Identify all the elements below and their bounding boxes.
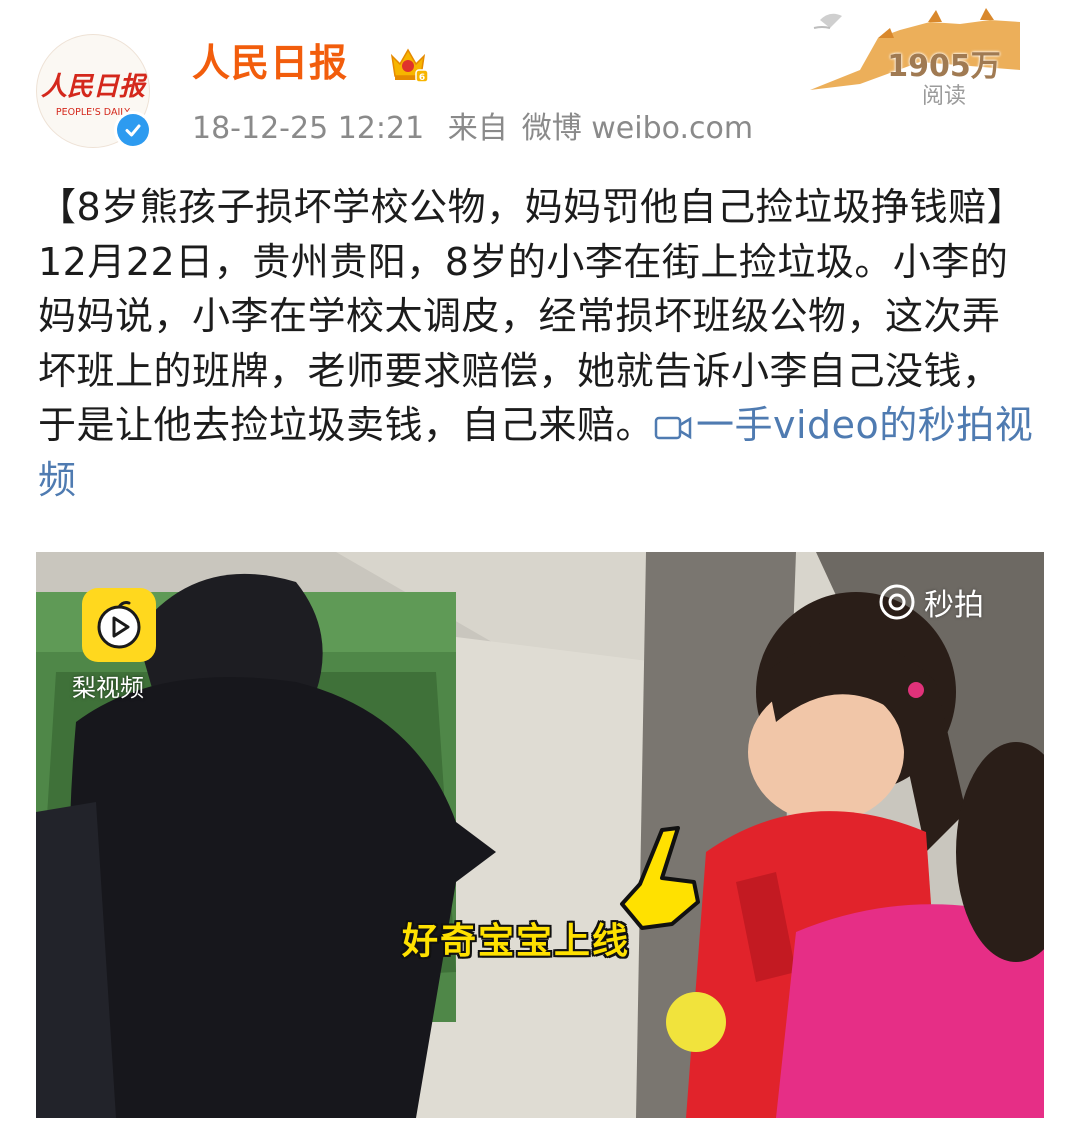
account-name[interactable]: 人民日报: [192, 38, 348, 88]
miaopai-label: 秒拍: [924, 588, 984, 623]
read-label: 阅读: [921, 84, 966, 109]
read-count-badge: 1905万 阅读: [800, 0, 1020, 120]
source[interactable]: 微博 weibo.com: [522, 111, 753, 146]
pear-video-label: 梨视频: [72, 674, 144, 702]
video-camera-icon: [654, 416, 692, 440]
svg-text:人民日报: 人民日报: [41, 72, 149, 102]
video-caption: 好奇宝宝上线: [402, 921, 631, 962]
post-meta: 18-12-25 12:21 来自 微博 weibo.com: [192, 109, 767, 149]
post-header: 人民日报 PEOPLE'S DAILY 人民日报 6 18-12-25 12:2…: [0, 0, 1080, 160]
camera-lens-icon: [879, 584, 915, 620]
play-icon: [97, 601, 141, 649]
read-count: 1905万: [887, 49, 1001, 84]
svg-text:6: 6: [419, 73, 425, 83]
pear-video-logo: [82, 588, 156, 662]
checkmark-icon: [117, 114, 149, 146]
verified-badge: [114, 111, 152, 149]
vip-crown-icon: 6: [390, 48, 429, 83]
source-prefix: 来自: [447, 111, 508, 146]
miaopai-watermark: 秒拍: [878, 580, 984, 624]
timestamp: 18-12-25 12:21: [192, 111, 425, 146]
post-body: 【8岁熊孩子损坏学校公物，妈妈罚他自己捡垃圾挣钱赔】12月22日，贵州贵阳，8岁…: [38, 180, 1038, 507]
video-frame: [36, 552, 1044, 1118]
video-thumbnail[interactable]: 梨视频 秒拍 好奇宝宝上线: [36, 552, 1044, 1118]
